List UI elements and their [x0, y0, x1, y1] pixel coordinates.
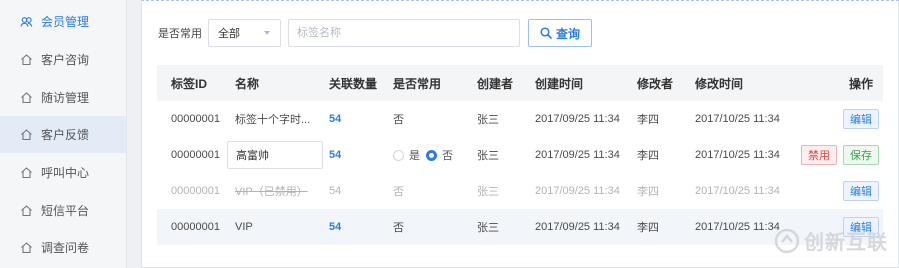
tag-name-search-input[interactable]	[288, 19, 520, 47]
sidebar-item-sms-platform[interactable]: 短信平台	[0, 192, 126, 229]
home-icon	[20, 241, 33, 254]
sidebar-item-label: 调查问卷	[41, 241, 90, 255]
layout-gutter	[127, 0, 141, 268]
disable-button[interactable]: 禁用	[801, 145, 837, 165]
query-button-label: 查询	[555, 26, 580, 41]
sidebar-item-label: 会员管理	[41, 15, 90, 29]
save-button[interactable]: 保存	[843, 145, 879, 165]
home-icon	[20, 53, 33, 66]
watermark-text: 创新互联	[804, 232, 888, 254]
home-icon	[20, 166, 33, 179]
sidebar-item-label: 呼叫中心	[41, 166, 90, 180]
sidebar-item-member-management[interactable]: 会员管理	[0, 3, 126, 40]
sidebar-item-label: 短信平台	[41, 204, 90, 218]
common-filter-select[interactable]: 全部	[208, 19, 281, 47]
sidebar-item-followup[interactable]: 随访管理	[0, 79, 126, 116]
table-row: 00000001 54 是 否 张三 2017/09/25 11:34 李四 2…	[157, 137, 883, 173]
sidebar-item-survey[interactable]: 调查问卷	[0, 229, 126, 266]
row-operations: 编辑	[157, 101, 883, 137]
sidebar-item-label: 客户咨询	[41, 53, 90, 67]
table-header-row: 标签ID 名称 关联数量 是否常用 创建者 创建时间 修改者 修改时间 操作	[157, 65, 883, 101]
filter-bar: 是否常用 全部 查询	[158, 18, 592, 48]
search-icon	[540, 27, 552, 39]
tag-table: 标签ID 名称 关联数量 是否常用 创建者 创建时间 修改者 修改时间 操作 0…	[157, 65, 883, 245]
users-icon	[20, 15, 33, 28]
brand-logo-icon	[774, 228, 800, 253]
sidebar: 会员管理 客户咨询 随访管理 客户反馈 呼叫中心 短信平台 调查问卷	[0, 0, 127, 268]
sidebar-item-customer-consult[interactable]: 客户咨询	[0, 41, 126, 78]
header-operations: 操作	[157, 65, 883, 101]
edit-button[interactable]: 编辑	[843, 181, 879, 201]
sidebar-item-call-center[interactable]: 呼叫中心	[0, 154, 126, 191]
common-filter-value: 全部	[218, 28, 240, 40]
table-row: 00000001 VIP（已禁用） 54 否 张三 2017/09/25 11:…	[157, 173, 883, 209]
home-icon	[20, 91, 33, 104]
watermark: 创新互联	[774, 226, 888, 255]
home-icon	[20, 204, 33, 217]
table-row: 00000001 标签十个字时... 54 否 张三 2017/09/25 11…	[157, 101, 883, 137]
sidebar-item-label: 随访管理	[41, 91, 90, 105]
sidebar-item-label: 客户反馈	[41, 128, 90, 142]
row-operations: 编辑	[157, 173, 883, 209]
query-button[interactable]: 查询	[528, 19, 592, 47]
row-operations: 禁用 保存	[157, 137, 883, 173]
sidebar-item-customer-feedback[interactable]: 客户反馈	[0, 116, 126, 153]
home-icon	[20, 128, 33, 141]
common-filter-label: 是否常用	[158, 28, 202, 40]
chevron-down-icon	[264, 31, 270, 35]
edit-button[interactable]: 编辑	[843, 109, 879, 129]
header-operations-label: 操作	[848, 76, 873, 91]
tag-management-panel: 是否常用 全部 查询 标签ID 名称 关联数量 是否常用 创建者 创建时间 修改…	[141, 0, 899, 268]
